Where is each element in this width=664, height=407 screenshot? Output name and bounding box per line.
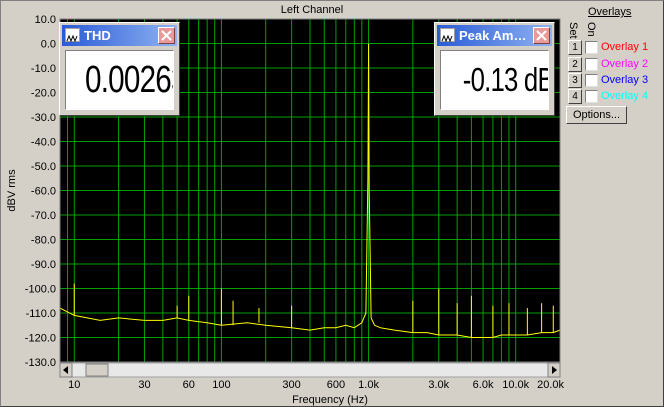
chart-title: Left Channel — [281, 4, 343, 16]
overlay-row-1: 1 Overlay 1 — [566, 40, 662, 57]
overlay-set-button-3[interactable]: 3 — [568, 73, 582, 88]
x-tick-label: 20.0k — [537, 379, 564, 391]
horizontal-scrollbar[interactable] — [59, 362, 561, 378]
peak-panel-titlebar[interactable]: Peak Am… — [437, 25, 552, 46]
x-axis-label: Frequency (Hz) — [292, 394, 368, 406]
y-tick-label: -120.0 — [25, 333, 56, 345]
overlay-set-button-4[interactable]: 4 — [568, 89, 582, 104]
y-tick-label: -130.0 — [25, 357, 56, 369]
y-tick-label: -30.0 — [31, 112, 56, 124]
overlay-label-1: Overlay 1 — [601, 41, 649, 53]
overlay-label-3: Overlay 3 — [601, 74, 649, 86]
overlay-checkbox-2[interactable] — [585, 58, 598, 71]
y-tick-label: -100.0 — [25, 284, 56, 296]
options-button[interactable]: Options... — [566, 106, 627, 124]
close-icon[interactable] — [533, 27, 550, 44]
y-tick-label: -60.0 — [31, 186, 56, 198]
peak-amplitude-readout-panel[interactable]: Peak Am… -0.13 dBV rms — [434, 22, 555, 116]
thd-value-text: 0.00263 % — [84, 59, 173, 101]
y-tick-label: -70.0 — [31, 210, 56, 222]
set-column-label: Set — [567, 22, 579, 39]
overlay-row-4: 4 Overlay 4 — [566, 89, 662, 106]
overlay-row-2: 2 Overlay 2 — [566, 57, 662, 74]
thd-value: 0.00263 % — [65, 50, 174, 110]
y-tick-label: -110.0 — [26, 308, 56, 320]
x-tick-label: 3.0k — [428, 379, 449, 391]
overlay-checkbox-3[interactable] — [585, 74, 598, 87]
overlay-checkbox-1[interactable] — [585, 41, 598, 54]
overlay-label-4: Overlay 4 — [601, 90, 649, 102]
x-tick-label: 100 — [212, 379, 230, 391]
y-tick-label: -10.0 — [31, 63, 56, 75]
overlays-heading: Overlays — [588, 6, 632, 18]
overlay-label-2: Overlay 2 — [601, 58, 649, 70]
scroll-thumb[interactable] — [85, 363, 109, 377]
waveform-icon — [65, 28, 80, 43]
overlay-checkbox-4[interactable] — [585, 90, 598, 103]
x-tick-label: 300 — [282, 379, 300, 391]
thd-panel-titlebar[interactable]: THD — [62, 25, 177, 46]
peak-panel-title: Peak Am… — [459, 28, 527, 43]
x-tick-label: 30 — [138, 379, 150, 391]
peak-value: -0.13 dBV rms — [440, 50, 549, 110]
x-tick-label: 6.0k — [473, 379, 494, 391]
overlay-set-button-1[interactable]: 1 — [568, 40, 582, 55]
y-tick-label: -20.0 — [31, 88, 56, 100]
x-tick-label: 10 — [68, 379, 80, 391]
x-tick-label: 60 — [183, 379, 195, 391]
y-axis-label: dBV rms — [6, 169, 18, 212]
y-tick-label: -50.0 — [31, 161, 56, 173]
y-tick-label: -40.0 — [31, 137, 56, 149]
x-tick-label: 1.0k — [358, 379, 379, 391]
waveform-icon — [440, 28, 455, 43]
y-tick-label: -80.0 — [31, 235, 56, 247]
thd-readout-panel[interactable]: THD 0.00263 % — [59, 22, 180, 116]
close-icon[interactable] — [158, 27, 175, 44]
on-column-label: On — [585, 22, 597, 37]
y-tick-label: 0.0 — [41, 39, 56, 51]
overlay-row-3: 3 Overlay 3 — [566, 73, 662, 90]
x-tick-label: 600 — [327, 379, 345, 391]
y-tick-label: 10.0 — [35, 14, 56, 26]
y-tick-label: -90.0 — [31, 259, 56, 271]
thd-panel-title: THD — [84, 28, 111, 43]
x-tick-label: 10.0k — [502, 379, 529, 391]
overlay-set-button-2[interactable]: 2 — [568, 57, 582, 72]
peak-value-text: -0.13 dBV rms — [462, 61, 548, 98]
